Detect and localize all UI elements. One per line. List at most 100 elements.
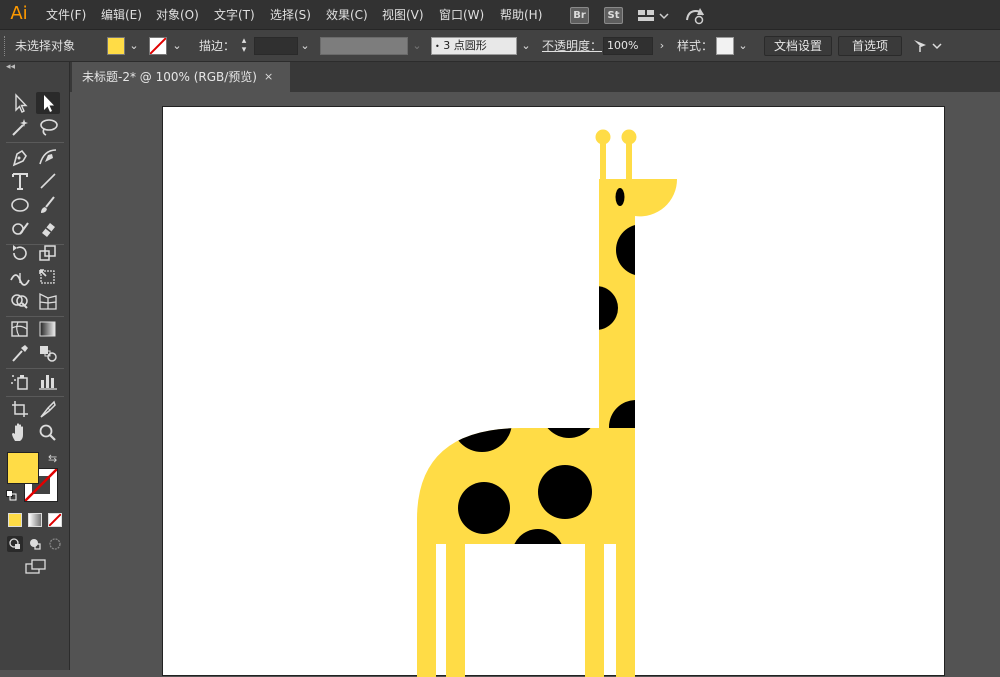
- control-bar: 未选择对象 ⌄ ⌄ 描边： ▴▾ ⌄ ⌄ • 3 点圆形 ⌄ 不透明度： 100…: [0, 30, 1000, 62]
- opacity-label[interactable]: 不透明度：: [542, 38, 602, 54]
- workspace-layout-icon[interactable]: [636, 7, 670, 24]
- stroke-swatch[interactable]: [149, 37, 167, 55]
- giraffe-horn-knob-right: [622, 130, 637, 145]
- rotate-tool-icon[interactable]: [8, 242, 32, 264]
- type-tool-icon[interactable]: [8, 170, 32, 192]
- opacity-arrow[interactable]: ›: [655, 37, 669, 55]
- stroke-weight-field[interactable]: [254, 37, 298, 55]
- selection-tool-icon[interactable]: [8, 92, 32, 114]
- brush-label: 3 点圆形: [443, 39, 487, 52]
- giraffe-torso: [417, 428, 635, 544]
- menu-select[interactable]: 选择(S): [270, 7, 311, 23]
- giraffe-leg-3: [585, 543, 604, 677]
- swap-fill-stroke-icon[interactable]: ⇆: [48, 452, 57, 465]
- draw-inside-icon[interactable]: [47, 536, 63, 552]
- giraffe-leg-1: [417, 543, 436, 677]
- giraffe-artwork[interactable]: [163, 107, 946, 677]
- curvature-tool-icon[interactable]: [36, 146, 60, 168]
- mesh-tool-icon[interactable]: [8, 318, 32, 340]
- symbol-sprayer-tool-icon[interactable]: [8, 370, 32, 392]
- selection-status: 未选择对象: [15, 38, 75, 54]
- giraffe-leg-4: [616, 543, 635, 677]
- giraffe-leg-2: [446, 543, 465, 677]
- preferences-button[interactable]: 首选项: [838, 36, 902, 56]
- style-dropdown[interactable]: ⌄: [736, 37, 750, 55]
- sync-icon[interactable]: [684, 5, 708, 25]
- stroke-weight-dropdown[interactable]: ⌄: [298, 37, 312, 55]
- panel-grip[interactable]: [4, 36, 9, 56]
- menu-type[interactable]: 文字(T): [214, 7, 255, 23]
- line-segment-tool-icon[interactable]: [36, 170, 60, 192]
- color-mode-button[interactable]: [8, 513, 22, 527]
- arrange-documents-icon[interactable]: [912, 37, 942, 55]
- eyedropper-tool-icon[interactable]: [8, 342, 32, 364]
- toolbar-separator: [6, 142, 64, 143]
- giraffe-eye: [616, 188, 625, 206]
- none-mode-button[interactable]: [48, 513, 62, 527]
- draw-normal-icon[interactable]: [7, 536, 23, 552]
- brush-dropdown[interactable]: ⌄: [519, 37, 533, 55]
- eraser-tool-icon[interactable]: [36, 218, 60, 240]
- shape-builder-tool-icon[interactable]: [8, 290, 32, 312]
- paintbrush-tool-icon[interactable]: [36, 194, 60, 216]
- menu-help[interactable]: 帮助(H): [500, 7, 542, 23]
- giraffe-body: [417, 130, 677, 677]
- gradient-tool-icon[interactable]: [36, 318, 60, 340]
- hand-tool-icon[interactable]: [8, 422, 32, 444]
- shaper-tool-icon[interactable]: [8, 218, 32, 240]
- menu-window[interactable]: 窗口(W): [439, 7, 484, 23]
- tools-panel: ◂◂: [0, 62, 70, 670]
- tab-close-icon[interactable]: ×: [264, 62, 273, 92]
- artboard-tool-icon[interactable]: [8, 398, 32, 420]
- menu-bar: Ai 文件(F) 编辑(E) 对象(O) 文字(T) 选择(S) 效果(C) 视…: [0, 0, 1000, 30]
- stroke-dropdown-arrow[interactable]: ⌄: [170, 37, 184, 55]
- toolbar-separator: [6, 368, 64, 369]
- blend-tool-icon[interactable]: [36, 342, 60, 364]
- stroke-weight-stepper[interactable]: ▴▾: [237, 37, 251, 55]
- menu-view[interactable]: 视图(V): [382, 7, 424, 23]
- brush-definition-field[interactable]: • 3 点圆形: [431, 37, 517, 55]
- screen-mode-icon[interactable]: [24, 558, 48, 576]
- variable-width-profile[interactable]: [320, 37, 408, 55]
- perspective-grid-tool-icon[interactable]: [36, 290, 60, 312]
- artboard-canvas[interactable]: [162, 106, 945, 676]
- direct-selection-tool-icon[interactable]: [36, 92, 60, 114]
- stock-icon[interactable]: St: [604, 7, 623, 24]
- menu-object[interactable]: 对象(O): [156, 7, 199, 23]
- free-transform-tool-icon[interactable]: [36, 266, 60, 288]
- opacity-field[interactable]: 100%: [603, 37, 653, 55]
- gradient-mode-button[interactable]: [28, 513, 42, 527]
- profile-dropdown[interactable]: ⌄: [410, 37, 424, 55]
- scale-tool-icon[interactable]: [36, 242, 60, 264]
- pen-tool-icon[interactable]: [8, 146, 32, 168]
- menu-file[interactable]: 文件(F): [46, 7, 86, 23]
- lasso-tool-icon[interactable]: [36, 116, 60, 138]
- toolbar-separator: [6, 396, 64, 397]
- graphic-style-swatch[interactable]: [716, 37, 734, 55]
- bridge-icon[interactable]: Br: [570, 7, 589, 24]
- tab-document[interactable]: 未标题-2* @ 100% (RGB/预览) ×: [72, 62, 290, 92]
- default-fill-stroke-icon[interactable]: [6, 490, 17, 501]
- stroke-label: 描边：: [199, 38, 235, 54]
- menu-edit[interactable]: 编辑(E): [101, 7, 142, 23]
- slice-tool-icon[interactable]: [36, 398, 60, 420]
- app-logo: Ai: [6, 3, 32, 25]
- document-tab-strip: 未标题-2* @ 100% (RGB/预览) ×: [70, 62, 1000, 92]
- style-label: 样式：: [677, 38, 713, 54]
- fill-swatch[interactable]: [107, 37, 125, 55]
- brush-dot-icon: •: [435, 42, 440, 51]
- toolbar-separator: [6, 316, 64, 317]
- collapse-panel-icon[interactable]: ◂◂: [6, 62, 15, 72]
- giraffe-horn-knob-left: [596, 130, 611, 145]
- magic-wand-tool-icon[interactable]: [8, 116, 32, 138]
- ellipse-tool-icon[interactable]: [8, 194, 32, 216]
- menu-effect[interactable]: 效果(C): [326, 7, 368, 23]
- draw-behind-icon[interactable]: [27, 536, 43, 552]
- document-setup-button[interactable]: 文档设置: [764, 36, 832, 56]
- column-graph-tool-icon[interactable]: [36, 370, 60, 392]
- tab-document-label: 未标题-2* @ 100% (RGB/预览): [82, 70, 257, 84]
- zoom-tool-icon[interactable]: [36, 422, 60, 444]
- width-tool-icon[interactable]: [8, 266, 32, 288]
- fill-dropdown-arrow[interactable]: ⌄: [127, 37, 141, 55]
- fill-color-box[interactable]: [7, 452, 39, 484]
